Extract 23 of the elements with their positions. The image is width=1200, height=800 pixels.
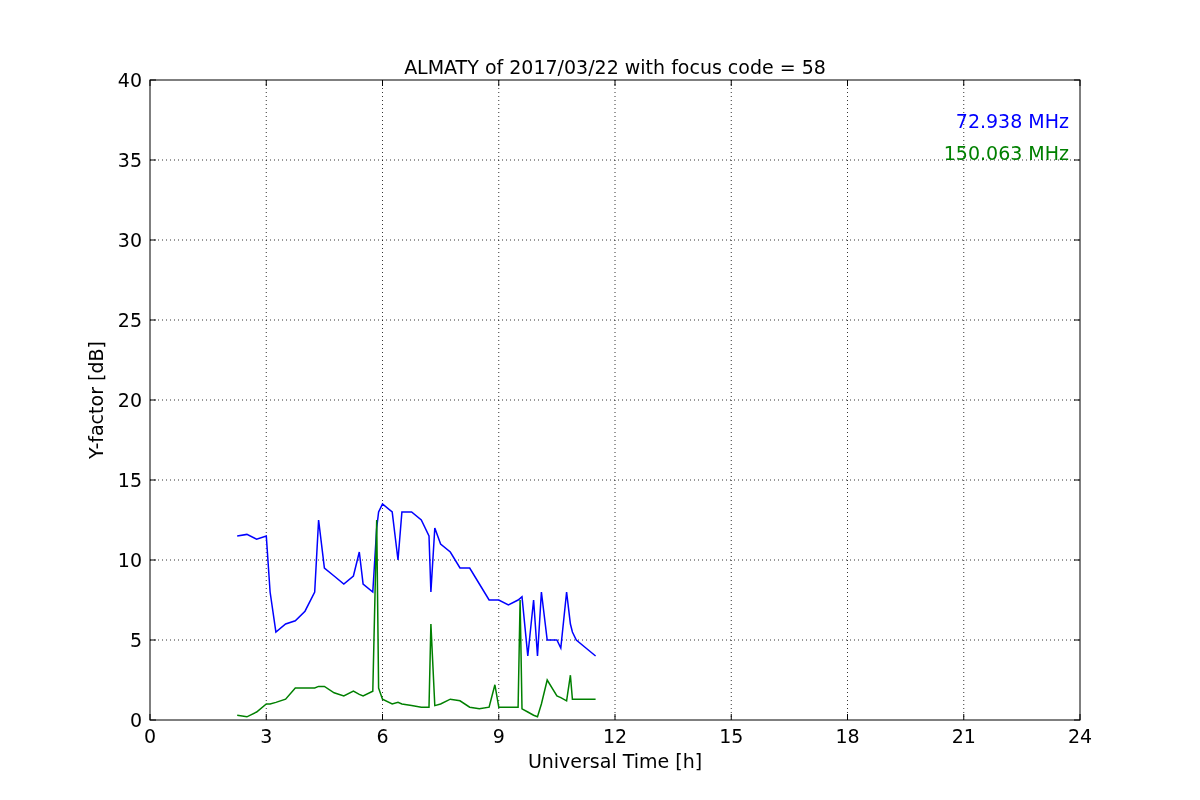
legend-label: 72.938 MHz bbox=[955, 110, 1069, 132]
y-tick-label: 25 bbox=[117, 309, 142, 331]
y-tick-label: 35 bbox=[117, 149, 142, 171]
x-tick-label: 24 bbox=[1067, 725, 1093, 747]
x-tick-label: 6 bbox=[376, 725, 389, 747]
x-tick-label: 0 bbox=[143, 725, 157, 747]
y-tick-label: 30 bbox=[117, 229, 142, 251]
legend-label: 150.063 MHz bbox=[943, 142, 1069, 164]
x-tick-label: 18 bbox=[835, 725, 860, 747]
y-tick-label: 15 bbox=[117, 469, 142, 491]
x-tick-label: 21 bbox=[951, 725, 976, 747]
x-tick-label: 12 bbox=[602, 725, 628, 747]
x-tick-label: 3 bbox=[260, 725, 273, 747]
x-tick-label: 9 bbox=[492, 725, 505, 747]
y-tick-label: 0 bbox=[129, 709, 142, 731]
x-tick-label: 15 bbox=[719, 725, 744, 747]
y-tick-label: 20 bbox=[117, 389, 142, 411]
y-tick-label: 10 bbox=[117, 549, 142, 571]
y-tick-label: 5 bbox=[129, 629, 142, 651]
y-tick-label: 40 bbox=[117, 69, 142, 91]
y-axis-label: Y-factor [dB] bbox=[85, 341, 107, 459]
chart-title: ALMATY of 2017/03/22 with focus code = 58 bbox=[404, 56, 826, 78]
x-axis-label: Universal Time [h] bbox=[527, 750, 703, 772]
